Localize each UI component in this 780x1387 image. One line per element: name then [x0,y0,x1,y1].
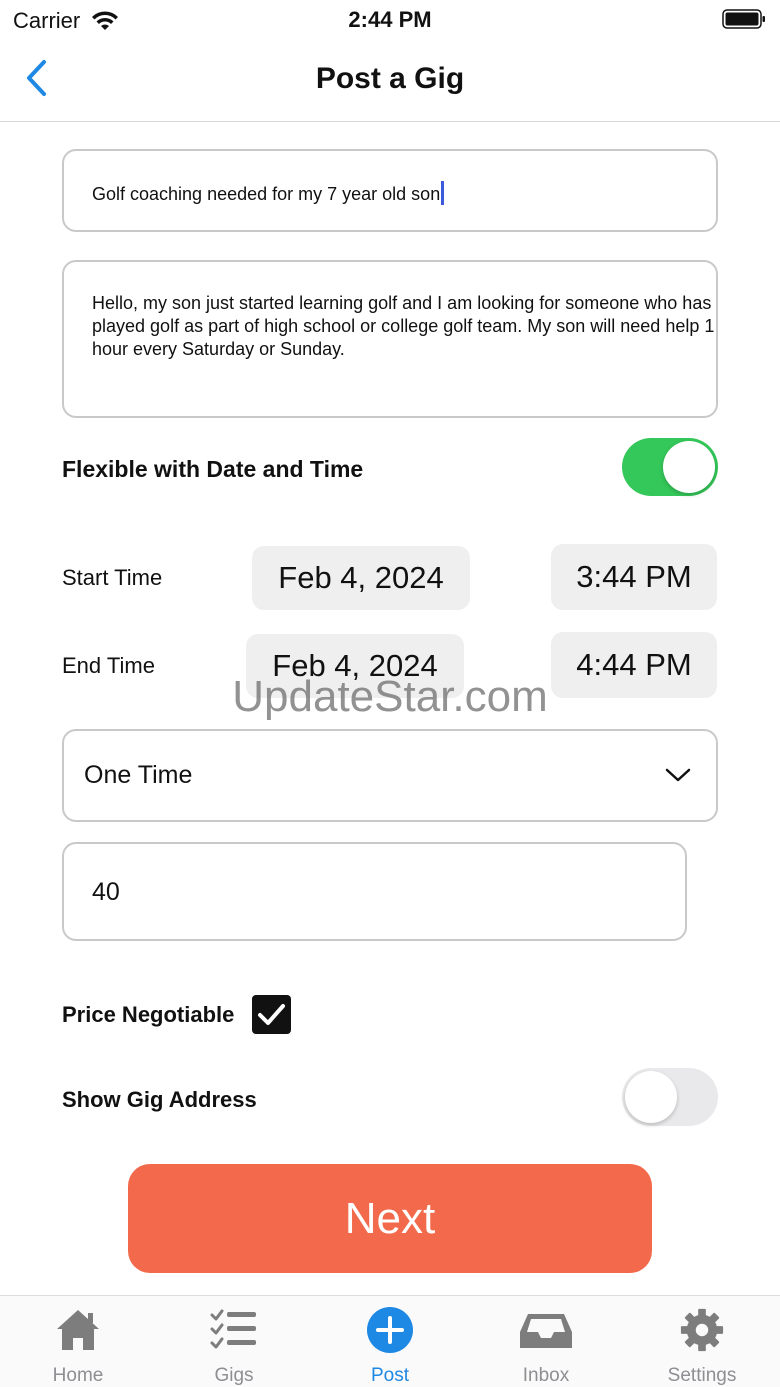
tab-post[interactable]: Post [312,1296,468,1387]
price-input[interactable]: 40 [62,842,687,941]
tab-label: Settings [667,1365,737,1386]
tab-label: Gigs [214,1365,254,1386]
show-address-label: Show Gig Address [62,1087,257,1112]
list-checks-icon [210,1309,256,1349]
status-bar: Carrier 2:44 PM [0,0,780,40]
price-negotiable-checkbox[interactable] [252,995,291,1034]
page-title: Post a Gig [315,62,465,95]
inbox-icon [520,1314,572,1348]
battery-icon [722,9,765,29]
start-time-picker[interactable]: 3:44 PM [551,544,717,610]
chevron-down-icon [665,768,691,782]
tab-gigs[interactable]: Gigs [156,1296,312,1387]
price-value: 40 [92,878,120,906]
toggle-knob [625,1071,677,1123]
status-time: 2:44 PM [348,7,432,32]
tab-inbox[interactable]: Inbox [468,1296,624,1387]
tab-bar: Home Gigs Post Inbox Settings [0,1295,780,1387]
price-negotiable-label: Price Negotiable [62,1002,235,1027]
frequency-value: One Time [84,761,193,789]
tab-label: Inbox [522,1365,570,1386]
home-icon [57,1310,99,1350]
checkmark-icon [258,1004,285,1025]
frequency-select[interactable]: One Time [62,729,718,822]
gig-description-input[interactable]: Hello, my son just started learning golf… [62,260,718,418]
end-date-picker[interactable]: Feb 4, 2024 [246,634,464,698]
show-address-toggle[interactable] [622,1068,718,1126]
text-caret [441,181,445,205]
tab-settings[interactable]: Settings [624,1296,780,1387]
end-time-picker[interactable]: 4:44 PM [551,632,717,698]
gear-icon [680,1308,724,1352]
flexible-label: Flexible with Date and Time [62,456,364,482]
next-button[interactable]: Next [128,1164,652,1273]
tab-label: Home [52,1365,104,1386]
end-time-label: End Time [62,653,155,678]
tab-label: Post [370,1365,410,1386]
start-time-label: Start Time [62,565,163,590]
gig-description-value: Hello, my son just started learning golf… [92,293,715,359]
tab-home[interactable]: Home [0,1296,156,1387]
start-date-picker[interactable]: Feb 4, 2024 [252,546,470,610]
gig-title-input[interactable]: Golf coaching needed for my 7 year old s… [62,149,718,232]
nav-bar: Post a Gig [0,40,780,122]
toggle-knob [663,441,715,493]
flexible-toggle[interactable] [622,438,718,496]
plus-circle-icon [367,1307,413,1353]
gig-title-value: Golf coaching needed for my 7 year old s… [92,181,445,205]
